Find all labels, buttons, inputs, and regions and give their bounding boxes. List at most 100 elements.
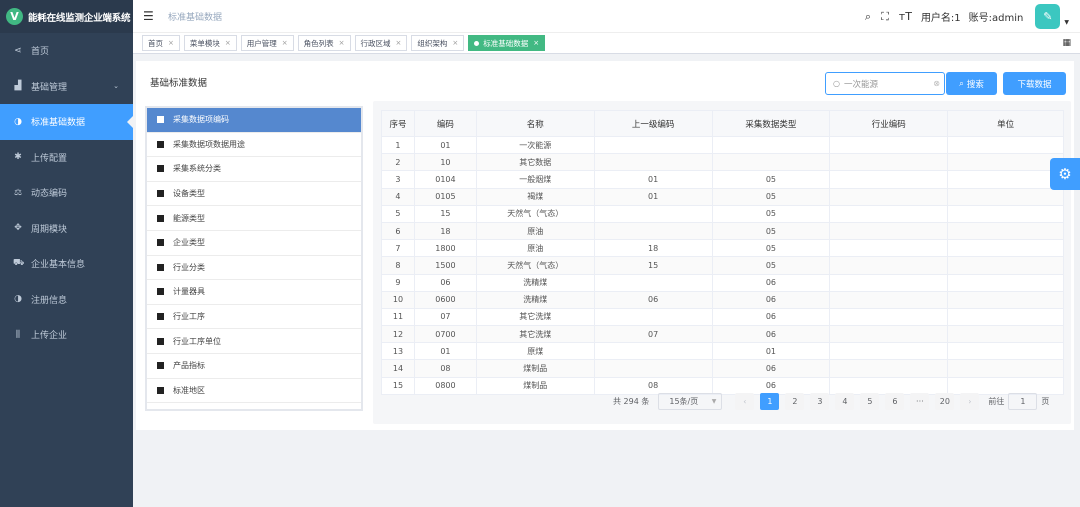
table-cell xyxy=(829,187,949,206)
table-cell: 洗精煤 xyxy=(475,290,595,309)
download-button[interactable]: 下载数据 xyxy=(1003,72,1066,95)
category-item[interactable]: 企业类型 xyxy=(147,231,361,256)
sidebar-item[interactable]: ◑ 标准基础数据 xyxy=(0,104,134,140)
caret-down-icon[interactable]: ▼ xyxy=(1064,19,1069,26)
tag-item[interactable]: 用户管理 × xyxy=(240,35,294,51)
breadcrumb[interactable]: 标准基础数据 xyxy=(168,10,222,23)
table-row[interactable]: 6 18 原油 05 xyxy=(381,221,1064,241)
settings-gear-icon[interactable]: ⚙ xyxy=(1050,158,1080,190)
page-button[interactable]: ··· xyxy=(910,393,930,410)
close-icon[interactable]: × xyxy=(533,39,539,47)
table-cell xyxy=(593,273,713,292)
table-row[interactable]: 10 0600 洗精煤 06 06 xyxy=(381,290,1064,309)
avatar[interactable]: ✎ xyxy=(1035,4,1061,29)
sidebar-item-label: 标准基础数据 xyxy=(31,118,86,129)
category-item[interactable]: 能源类型 xyxy=(147,206,361,231)
close-icon[interactable]: × xyxy=(339,39,345,47)
sidebar-item[interactable]: ✥ 周期模块 xyxy=(0,211,133,247)
table-row[interactable]: 12 0700 其它洗煤 07 06 xyxy=(381,325,1064,344)
table-cell: 05 xyxy=(711,256,831,275)
sidebar-item[interactable]: ⫼ 上传企业 xyxy=(0,317,133,353)
column-header[interactable]: 上一级编码 xyxy=(593,110,713,137)
table-row[interactable]: 14 08 煤制品 06 xyxy=(381,359,1064,378)
category-item[interactable]: 行业工序 xyxy=(147,305,361,330)
table-row[interactable]: 1 01 一次能源 xyxy=(381,135,1064,155)
tag-item[interactable]: 菜单模块 × xyxy=(183,35,237,51)
category-item[interactable]: 行业分类 xyxy=(147,256,361,281)
category-list: 采集数据项编码 采集数据项数据用途 采集系统分类 设备类型 能源类型企业类型行业分类 计量… xyxy=(145,106,363,411)
search-icon[interactable]: ⌕ xyxy=(865,10,871,24)
table-row[interactable]: 11 07 其它洗煤 06 xyxy=(381,307,1064,327)
category-item[interactable]: 采集系统分类 xyxy=(147,157,361,182)
close-icon[interactable]: × xyxy=(225,39,231,47)
category-item[interactable]: 采集数据项数据用途 xyxy=(147,133,361,158)
column-header[interactable]: 编码 xyxy=(413,110,477,137)
category-label: 企业类型 xyxy=(173,238,205,248)
sidebar-item[interactable]: ⚖ 动态编码 xyxy=(0,175,133,211)
close-icon[interactable]: × xyxy=(452,39,458,47)
category-item[interactable]: 采集数据项编码 xyxy=(147,108,361,133)
hamburger-icon[interactable]: ☰ xyxy=(143,9,155,23)
sidebar-item[interactable]: ⋖ 首页 xyxy=(0,33,133,69)
table-row[interactable]: 4 0105 褐煤 01 05 xyxy=(381,187,1064,206)
font-size-icon[interactable]: ᴛT xyxy=(899,10,912,23)
table-cell: 18 xyxy=(413,221,477,241)
close-icon[interactable]: × xyxy=(282,39,288,47)
page-button[interactable]: 3 xyxy=(810,393,830,410)
table-row[interactable]: 3 0104 一般烟煤 01 05 xyxy=(381,170,1064,189)
table-row[interactable]: 13 01 原煤 01 xyxy=(381,342,1064,361)
category-item[interactable]: 产品指标 xyxy=(147,354,361,379)
column-header[interactable]: 采集数据类型 xyxy=(711,110,831,137)
page-button[interactable]: 2 xyxy=(785,393,805,410)
sidebar-item[interactable]: ▟ 基础管理 ⌄ xyxy=(0,69,133,105)
tag-item[interactable]: 角色列表 × xyxy=(297,35,351,51)
sidebar-item[interactable]: ⛟ 企业基本信息 xyxy=(0,246,133,282)
square-icon xyxy=(157,337,164,345)
page-button[interactable]: 20 xyxy=(935,393,955,410)
table-row[interactable]: 7 1800 原油 18 05 xyxy=(381,239,1064,258)
table-cell xyxy=(829,256,949,275)
sidebar-item[interactable]: ◑ 注册信息 xyxy=(0,282,133,318)
table-cell: 煤制品 xyxy=(475,359,595,378)
category-item[interactable]: 计量器具 xyxy=(147,280,361,305)
column-header[interactable]: 名称 xyxy=(475,110,595,137)
table-row[interactable]: 8 1500 天然气（气态） 15 05 xyxy=(381,256,1064,275)
fullscreen-icon[interactable]: ⛶ xyxy=(881,10,889,24)
search-input[interactable]: ○ 一次能源 ⊗ xyxy=(825,72,945,95)
tag-item[interactable]: 标准基础数据 × xyxy=(468,35,546,51)
close-icon[interactable]: × xyxy=(168,39,174,47)
page-button[interactable]: 1 xyxy=(760,393,780,410)
column-header[interactable]: 单位 xyxy=(947,110,1064,137)
category-item[interactable]: 行业工序单位 xyxy=(147,329,361,354)
page-button[interactable]: 5 xyxy=(860,393,880,410)
table-cell: 0800 xyxy=(413,376,477,395)
prev-page-button[interactable]: ‹ xyxy=(735,393,755,410)
next-page-button[interactable]: › xyxy=(960,393,980,410)
sidebar-item[interactable]: ✱ 上传配置 xyxy=(0,140,133,176)
category-item[interactable]: 设备类型 xyxy=(147,182,361,207)
goto-input[interactable]: 1 xyxy=(1008,393,1038,410)
page-button[interactable]: 4 xyxy=(835,393,855,410)
search-button[interactable]: ⌕ 搜索 xyxy=(946,72,997,95)
page-size-select[interactable]: 15条/页 ▼ xyxy=(658,393,723,410)
tag-item[interactable]: 首页 × xyxy=(142,35,180,51)
grid-icon[interactable]: ▦ xyxy=(1062,38,1071,48)
table-row[interactable]: 5 15 天然气（气态） 05 xyxy=(381,204,1064,223)
table-cell xyxy=(829,342,949,361)
category-item[interactable]: 标准地区 xyxy=(147,379,361,404)
column-header[interactable]: 序号 xyxy=(381,110,415,137)
table-row[interactable]: 15 0800 煤制品 08 06 xyxy=(381,376,1064,395)
table-cell: 06 xyxy=(711,290,831,309)
page-button[interactable]: 6 xyxy=(885,393,905,410)
table-cell: 6 xyxy=(381,221,415,241)
table-row[interactable]: 9 06 洗精煤 06 xyxy=(381,273,1064,292)
close-icon[interactable]: × xyxy=(396,39,402,47)
table-cell xyxy=(829,307,949,327)
table-cell: 原煤 xyxy=(475,342,595,361)
tag-item[interactable]: 行政区域 × xyxy=(354,35,408,51)
table-row[interactable]: 2 10 其它数据 xyxy=(381,153,1064,172)
column-header[interactable]: 行业编码 xyxy=(829,110,949,137)
tag-item[interactable]: 组织架构 × xyxy=(411,35,465,51)
clear-icon[interactable]: ⊗ xyxy=(933,79,940,88)
table-cell xyxy=(593,342,713,361)
